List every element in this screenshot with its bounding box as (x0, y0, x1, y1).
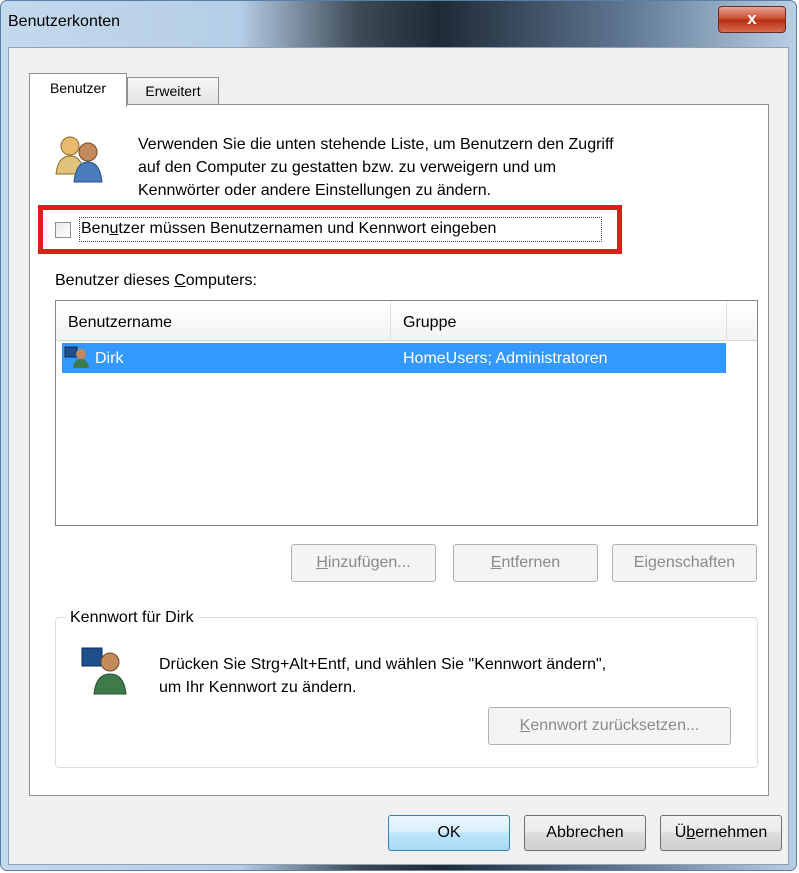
column-separator[interactable] (390, 301, 391, 340)
properties-button[interactable]: Eigenschaften (612, 544, 757, 582)
user-icon (64, 346, 89, 368)
tab-erweitert[interactable]: Erweitert (127, 77, 219, 105)
tab-erweitert-label: Erweitert (145, 83, 201, 99)
intro-line-2: auf den Computer zu gestatten bzw. zu ve… (138, 159, 557, 176)
close-icon: x (747, 9, 757, 28)
window-title: Benutzerkonten (8, 13, 121, 30)
close-button[interactable]: x (718, 6, 786, 33)
users-icon (55, 136, 103, 183)
password-hint-line-2: um Ihr Kennwort zu ändern. (159, 679, 357, 696)
cancel-button[interactable]: Abbrechen (524, 815, 646, 851)
add-user-button[interactable]: Hinzufügen... (291, 544, 436, 582)
ok-button[interactable]: OK (388, 815, 510, 851)
remove-user-button[interactable]: Entfernen (453, 544, 598, 582)
password-hint-line-1: Drücken Sie Strg+Alt+Entf, und wählen Si… (159, 656, 607, 673)
intro-line-1: Verwenden Sie die unten stehende Liste, … (138, 136, 614, 153)
tab-benutzer-label: Benutzer (49, 80, 107, 96)
column-separator[interactable] (726, 301, 727, 340)
user-group-cell: HomeUsers; Administratoren (403, 350, 608, 367)
column-header-username[interactable]: Benutzername (68, 312, 172, 334)
user-name-cell: Dirk (95, 350, 124, 367)
table-row[interactable] (62, 343, 726, 373)
column-header-group[interactable]: Gruppe (403, 312, 456, 334)
reset-password-button[interactable]: Kennwort zurücksetzen... (488, 707, 731, 745)
password-group-legend: Kennwort für Dirk (66, 607, 198, 629)
apply-button[interactable]: Übernehmen (660, 815, 782, 851)
require-login-checkbox[interactable] (55, 222, 71, 238)
require-login-label[interactable]: Benutzer müssen Benutzernamen und Kennwo… (81, 218, 496, 240)
tab-benutzer[interactable]: Benutzer (29, 73, 127, 107)
intro-line-3: Kennwörter oder andere Einstellungen zu … (138, 182, 492, 199)
user-password-icon (81, 647, 127, 695)
users-section-label: Benutzer dieses Computers: (55, 272, 257, 289)
